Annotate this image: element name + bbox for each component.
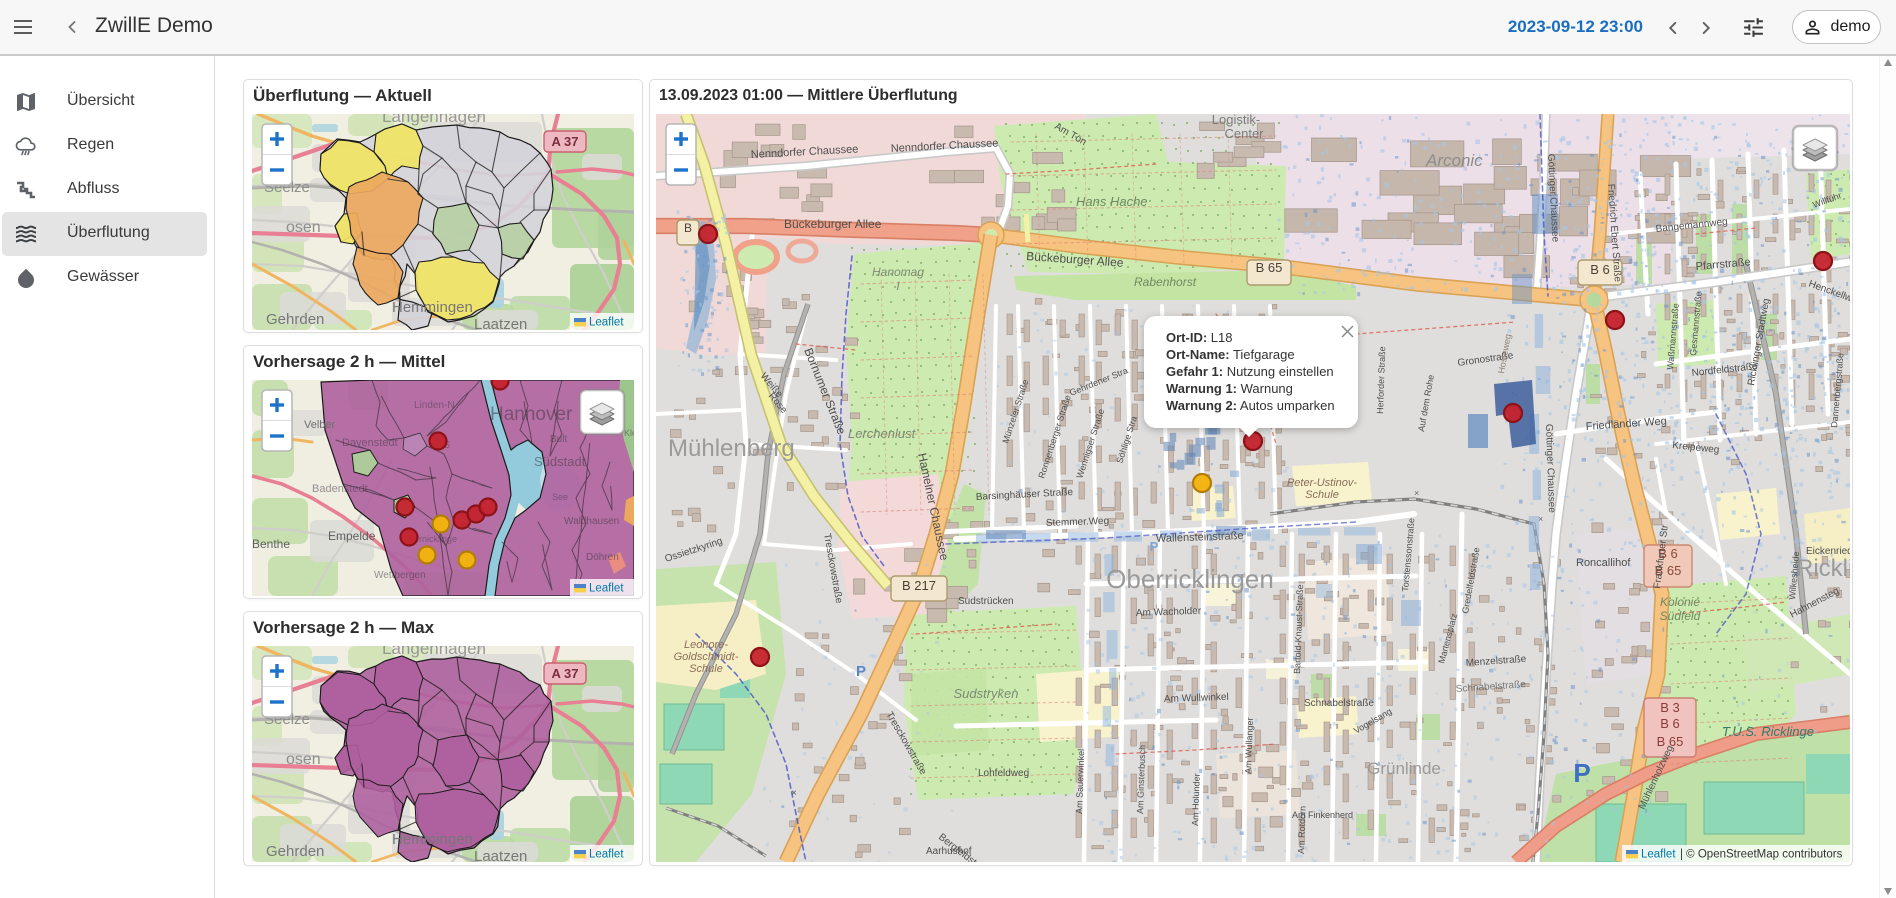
svg-text:Eickenried: Eickenried (1806, 546, 1850, 557)
svg-text:Hanomag: Hanomag (872, 265, 924, 279)
svg-text:P: P (1573, 758, 1590, 788)
svg-text:Badenstedt: Badenstedt (312, 483, 368, 495)
svg-text:Lohfeldweg: Lohfeldweg (978, 768, 1029, 779)
svg-text:Sudstrücken: Sudstrücken (958, 596, 1014, 607)
svg-text:B 65: B 65 (1256, 260, 1283, 275)
svg-text:Ort-Name: Tiefgarage: Ort-Name: Tiefgarage (1166, 347, 1295, 362)
svg-text:Empelde: Empelde (328, 529, 376, 543)
svg-text:Hans Hache: Hans Hache (1076, 194, 1148, 209)
svg-text:Kle: Kle (624, 428, 634, 438)
svg-text:A 37: A 37 (552, 134, 579, 149)
svg-text:Am Holunder: Am Holunder (1190, 773, 1202, 826)
svg-text:Grünlinde: Grünlinde (1367, 759, 1441, 778)
svg-text:Langenhagen: Langenhagen (382, 646, 486, 658)
svg-text:Döhren: Döhren (586, 552, 619, 563)
svg-text:Waldhausen: Waldhausen (564, 516, 619, 527)
svg-text:Ort-ID: L18: Ort-ID: L18 (1166, 330, 1232, 345)
svg-text:Benthe: Benthe (252, 537, 290, 551)
svg-text:Am Wacholder: Am Wacholder (1136, 606, 1202, 619)
svg-text:Stemmer.Weg: Stemmer.Weg (1046, 516, 1110, 529)
svg-text:Davenstedt: Davenstedt (342, 437, 398, 449)
svg-text:Südfeld: Südfeld (1660, 609, 1701, 623)
svg-text:Am Wullwinkel: Am Wullwinkel (1164, 692, 1229, 705)
svg-text:Warnung 1: Warnung: Warnung 1: Warnung (1166, 381, 1293, 396)
svg-text:Langenhagen: Langenhagen (382, 114, 486, 126)
svg-text:Oberricklingen: Oberricklingen (1106, 564, 1274, 594)
svg-text:Laatzen: Laatzen (474, 316, 527, 330)
svg-text:Kolonie: Kolonie (1660, 595, 1700, 609)
svg-text:osen: osen (286, 219, 321, 236)
svg-text:P: P (856, 663, 866, 680)
svg-text:Hemmingen: Hemmingen (392, 831, 473, 848)
svg-text:Arconic: Arconic (1425, 151, 1483, 170)
svg-text:Südstadt: Südstadt (534, 454, 586, 469)
svg-text:Gehrden: Gehrden (266, 311, 324, 328)
svg-text:Schule: Schule (1305, 489, 1339, 501)
svg-text:Center: Center (1224, 126, 1264, 141)
svg-text:Wettbergen: Wettbergen (374, 570, 426, 581)
svg-text:Leaflet: Leaflet (589, 583, 624, 595)
svg-text:Leonore-: Leonore- (684, 639, 728, 651)
svg-text:Am Finkenherd: Am Finkenherd (1292, 810, 1353, 820)
svg-text:Velber: Velber (304, 419, 336, 431)
svg-text:Linden-N: Linden-N (414, 400, 455, 411)
svg-text:P: P (1150, 539, 1159, 554)
svg-text:Mühlenberg: Mühlenberg (668, 435, 795, 462)
svg-text:Warnung 2: Autos umparken: Warnung 2: Autos umparken (1166, 398, 1335, 413)
svg-text:| © OpenStreetMap contributors: | © OpenStreetMap contributors (1680, 849, 1843, 861)
svg-text:B: B (684, 221, 692, 235)
svg-text:Leaflet: Leaflet (589, 317, 624, 329)
svg-text:Gehrden: Gehrden (266, 843, 324, 860)
svg-text:Leaflet: Leaflet (1641, 849, 1676, 861)
svg-text:See: See (552, 492, 568, 502)
svg-text:Aarhushof: Aarhushof (926, 846, 972, 857)
svg-text:B 6: B 6 (1660, 716, 1680, 731)
svg-text:B 6: B 6 (1590, 262, 1610, 277)
svg-text:×: × (791, 788, 797, 799)
svg-text:Schnabelstraße: Schnabelstraße (1304, 698, 1374, 709)
svg-text:Bückeburger Allee: Bückeburger Allee (784, 217, 882, 231)
svg-text:osen: osen (286, 751, 321, 768)
svg-text:Sudstryken: Sudstryken (953, 686, 1018, 701)
svg-text:Hannover: Hannover (490, 404, 573, 425)
svg-text:Leaflet: Leaflet (589, 849, 624, 861)
svg-text:Bult: Bult (550, 434, 567, 445)
svg-text:Roncallihof: Roncallihof (1576, 557, 1631, 569)
svg-text:B 3: B 3 (1660, 700, 1680, 715)
svg-text:Gefahr 1: Nutzung einstellen: Gefahr 1: Nutzung einstellen (1166, 364, 1334, 379)
svg-text:B 217: B 217 (902, 578, 936, 593)
svg-text:A 37: A 37 (552, 666, 579, 681)
svg-text:T.U.S. Ricklinge: T.U.S. Ricklinge (1722, 724, 1814, 739)
svg-text:×: × (1414, 488, 1419, 498)
svg-text:Goldschmidt-: Goldschmidt- (674, 651, 739, 663)
svg-text:Rabenhorst: Rabenhorst (1134, 275, 1197, 289)
svg-text:Am Wullanger: Am Wullanger (1246, 591, 1258, 648)
svg-text:Ricklin: Ricklin (1796, 555, 1850, 582)
svg-text:Hemmingen: Hemmingen (392, 299, 473, 316)
svg-text:Am Wullanger: Am Wullanger (1243, 717, 1255, 774)
svg-text:Laatzen: Laatzen (474, 848, 527, 862)
svg-text:Peter-Ustinov-: Peter-Ustinov- (1287, 477, 1357, 489)
svg-text:Lerchenlust: Lerchenlust (848, 426, 917, 441)
svg-text:Schule: Schule (689, 663, 723, 675)
